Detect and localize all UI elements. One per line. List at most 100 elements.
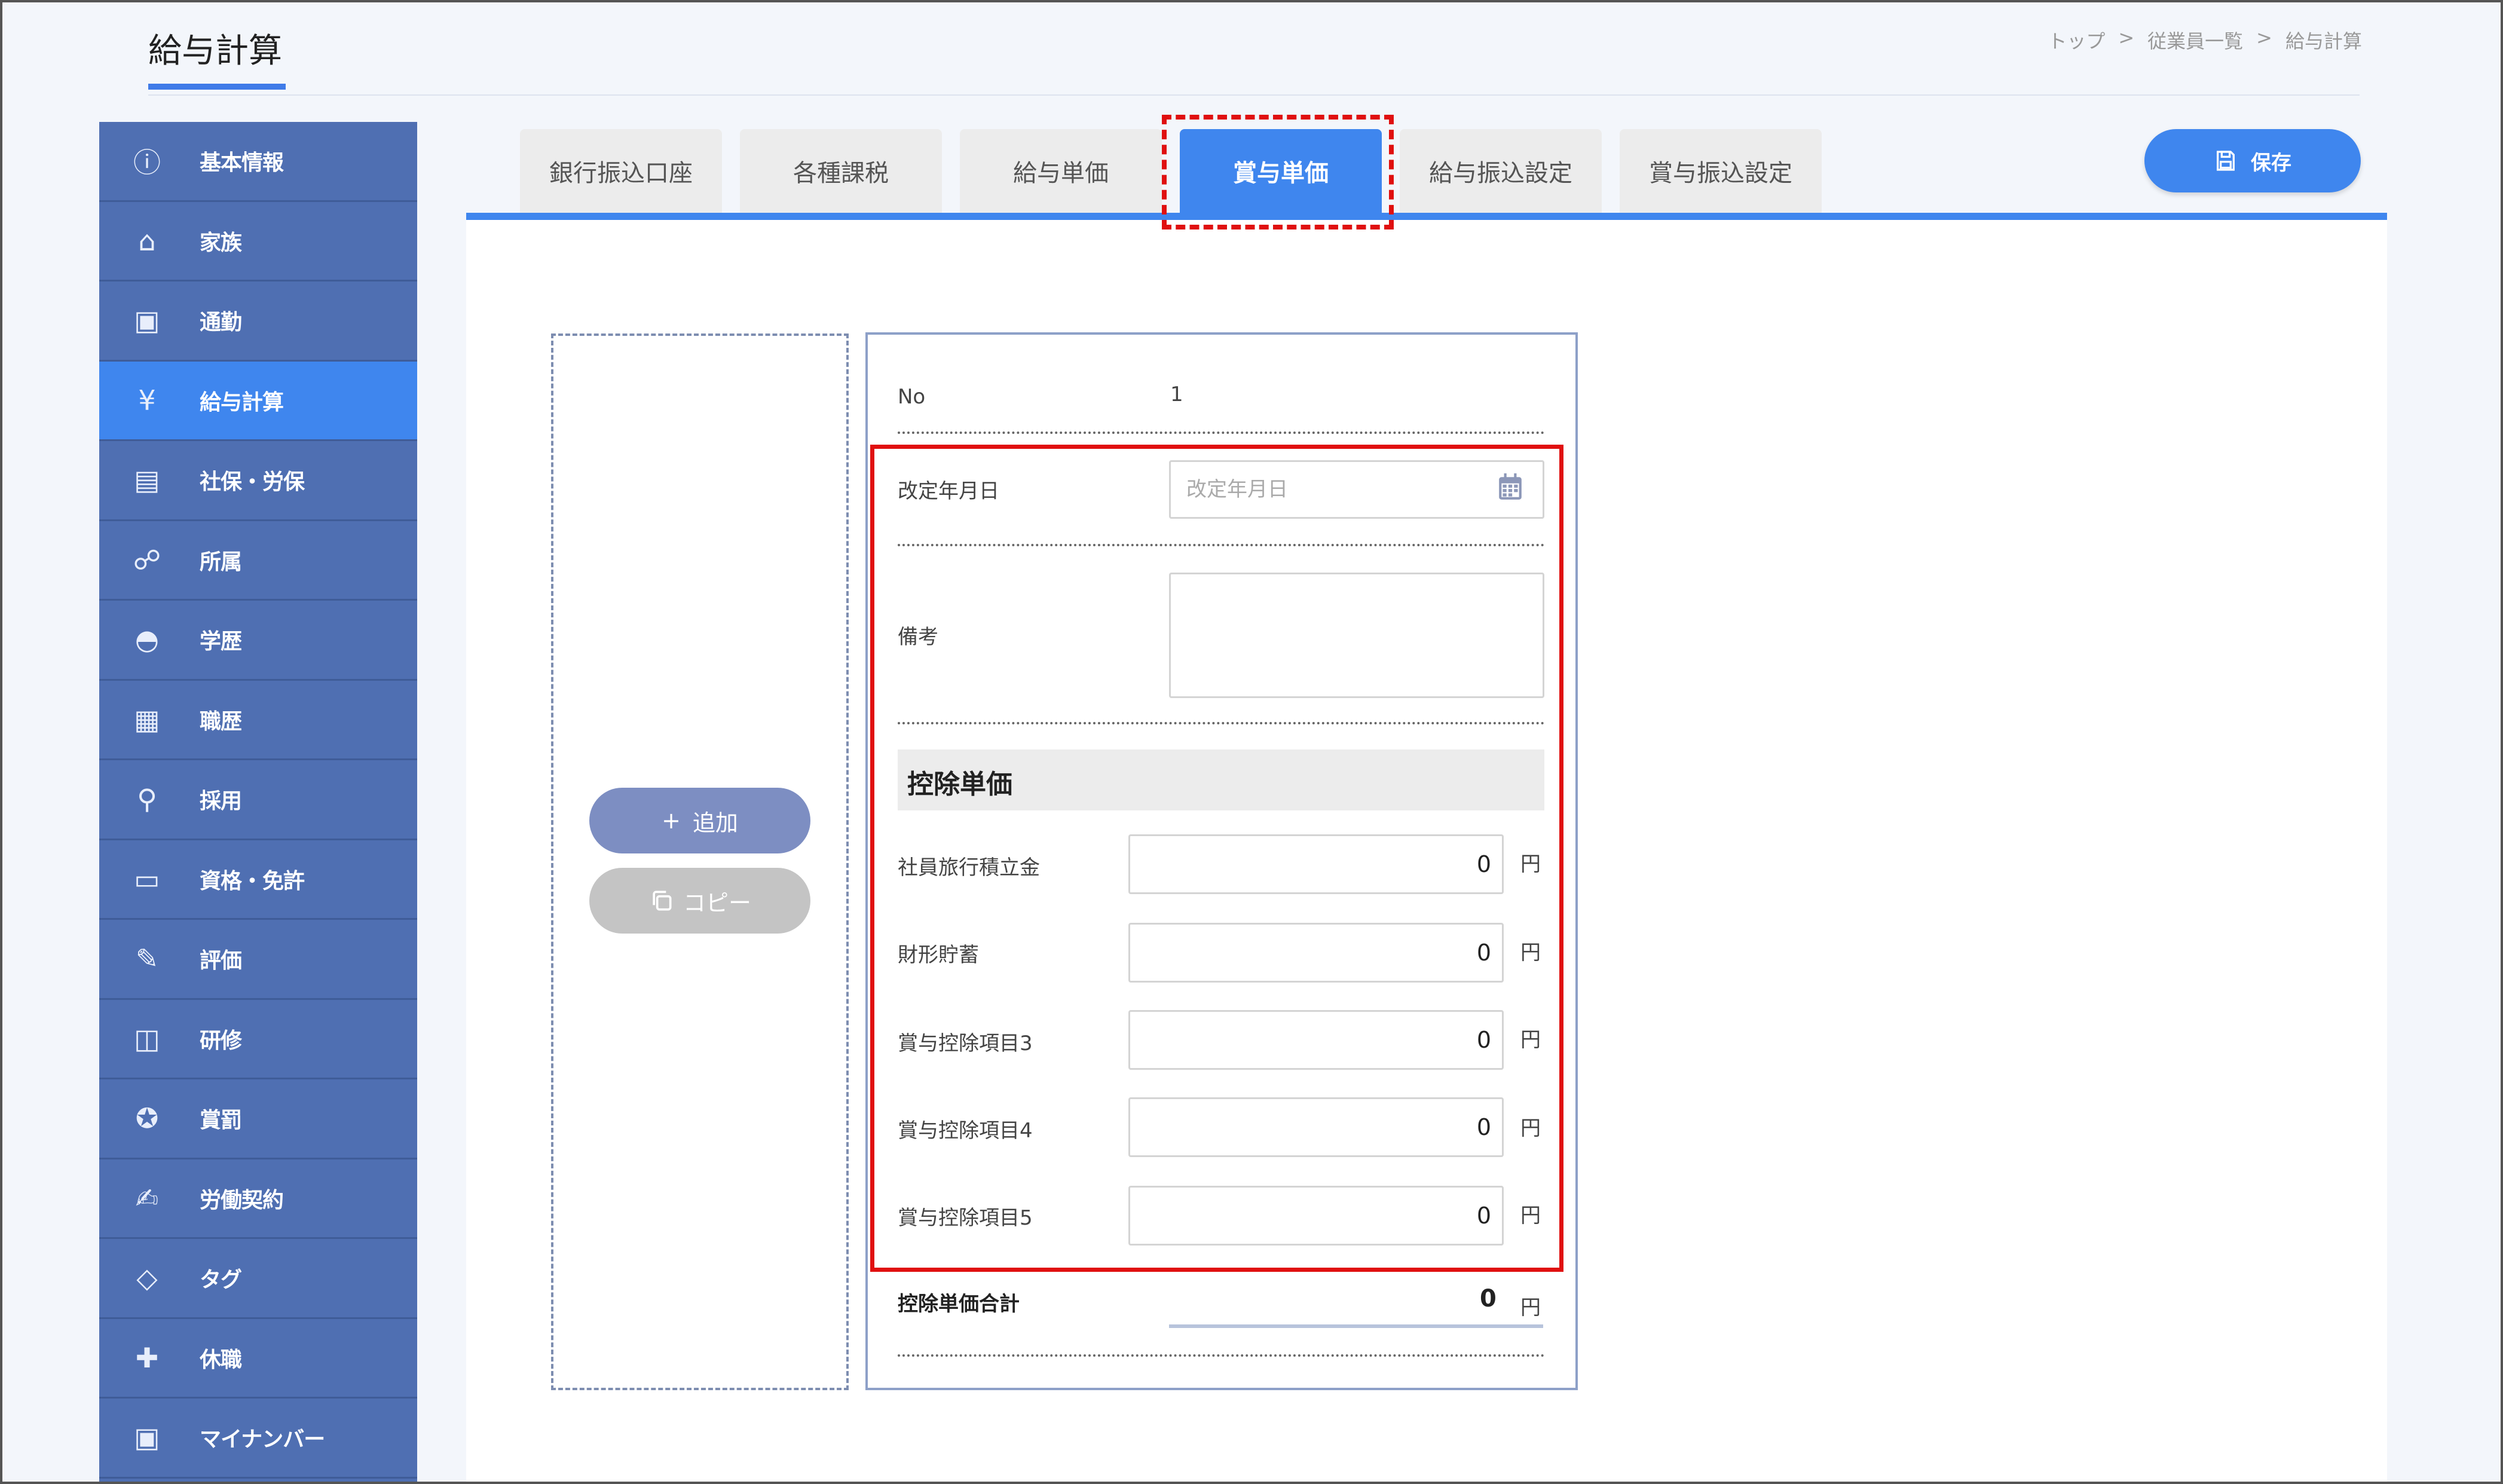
- deduction-input-item-5[interactable]: [1128, 1186, 1504, 1246]
- header-divider: [148, 94, 2360, 96]
- sidebar-item-work-history[interactable]: ▦ 職歴: [99, 681, 417, 760]
- deduction-label: 財形貯蓄: [898, 943, 979, 967]
- record-list-panel: [551, 333, 849, 1390]
- sidebar-item-label: 職歴: [200, 709, 242, 734]
- sidebar-item-label: 家族: [200, 230, 242, 255]
- sidebar-item-label: 給与計算: [200, 390, 284, 415]
- sidebar-item-label: 基本情報: [200, 151, 284, 176]
- no-value: 1: [1170, 383, 1183, 406]
- remarks-textarea[interactable]: [1169, 573, 1544, 698]
- add-button[interactable]: + 追加: [589, 788, 810, 853]
- sidebar-item-leave[interactable]: ✚ 休職: [99, 1319, 417, 1399]
- deduction-label: 賞与控除項目5: [898, 1206, 1033, 1230]
- sidebar-item-label: 評価: [200, 948, 242, 974]
- deduction-total-label: 控除単価合計: [898, 1292, 1020, 1316]
- add-button-label: 追加: [692, 809, 738, 836]
- divider: [898, 432, 1544, 434]
- page-title: 給与計算: [148, 32, 282, 71]
- copy-button-label: コピー: [683, 889, 751, 916]
- yen-unit: 円: [1520, 1296, 1541, 1320]
- sidebar-item-my-number[interactable]: ▣ マイナンバー: [99, 1399, 417, 1479]
- yen-unit: 円: [1520, 852, 1541, 876]
- breadcrumb-separator: >: [2118, 26, 2135, 49]
- copy-button[interactable]: コピー: [589, 868, 810, 934]
- sidebar-item-basic-info[interactable]: ⓘ 基本情報: [99, 122, 417, 202]
- deduction-input-item-3[interactable]: [1128, 1010, 1504, 1070]
- deduction-input-item-4[interactable]: [1128, 1097, 1504, 1157]
- yen-unit: 円: [1520, 941, 1541, 965]
- sidebar-item-label: 通勤: [200, 310, 242, 335]
- revision-date-input[interactable]: [1169, 460, 1544, 519]
- license-card-icon: ▭: [134, 862, 160, 895]
- sidebar-item-tags[interactable]: ◇ タグ: [99, 1239, 417, 1319]
- save-button-label: 保存: [2251, 151, 2291, 175]
- no-label: No: [898, 385, 926, 409]
- recruit-search-icon: ⚲: [137, 783, 157, 816]
- tag-icon: ◇: [136, 1262, 158, 1295]
- sidebar-item-label: 資格・免許: [200, 868, 305, 894]
- sidebar-item-label: 社保・労保: [200, 470, 305, 495]
- sidebar-item-awards[interactable]: ✪ 賞罰: [99, 1079, 417, 1159]
- sidebar-item-label: タグ: [200, 1268, 242, 1293]
- yen-unit: 円: [1520, 1028, 1541, 1052]
- sidebar-item-label: 研修: [200, 1028, 242, 1053]
- sidebar-item-label: 休職: [200, 1347, 242, 1372]
- yen-icon: ¥: [138, 384, 156, 417]
- sidebar-item-insurance[interactable]: ▤ 社保・労保: [99, 441, 417, 521]
- tab-salary-rate[interactable]: 給与単価: [960, 129, 1162, 213]
- training-board-icon: ◫: [134, 1022, 160, 1055]
- sidebar-item-family[interactable]: ⌂ 家族: [99, 202, 417, 281]
- medical-cross-icon: ✚: [135, 1341, 159, 1374]
- divider: [898, 1354, 1544, 1357]
- yen-unit: 円: [1520, 1204, 1541, 1228]
- breadcrumb: トップ > 従業員一覧 > 給与計算: [2048, 26, 2362, 54]
- sidebar-item-recruitment[interactable]: ⚲ 採用: [99, 760, 417, 840]
- total-underline: [1169, 1324, 1543, 1328]
- floppy-disk-icon: [2217, 151, 2235, 171]
- divider: [898, 722, 1544, 724]
- contract-pen-icon: ✍: [135, 1182, 159, 1214]
- award-medal-icon: ✪: [135, 1102, 159, 1135]
- remarks-label: 備考: [898, 625, 938, 649]
- deduction-input-travel-fund[interactable]: [1128, 834, 1504, 894]
- train-icon: ▣: [134, 304, 160, 337]
- sidebar-item-label: 所属: [200, 549, 242, 574]
- copy-icon: [653, 891, 672, 911]
- id-card-icon: ▣: [134, 1421, 160, 1454]
- sidebar-item-education[interactable]: ◓ 学歴: [99, 601, 417, 681]
- tab-bonus-transfer[interactable]: 賞与振込設定: [1620, 129, 1822, 213]
- breadcrumb-employee-list[interactable]: 従業員一覧: [2147, 26, 2243, 54]
- sidebar-item-label: 採用: [200, 789, 242, 814]
- sidebar-item-payroll[interactable]: ¥ 給与計算: [99, 361, 417, 441]
- tab-taxation[interactable]: 各種課税: [740, 129, 942, 213]
- tab-bar: 銀行振込口座 各種課税 給与単価 賞与単価 給与振込設定 賞与振込設定: [520, 129, 1822, 213]
- deduction-label: 社員旅行積立金: [898, 856, 1040, 880]
- breadcrumb-current: 給与計算: [2285, 30, 2362, 53]
- sidebar-item-commute[interactable]: ▣ 通勤: [99, 281, 417, 362]
- tab-bank-account[interactable]: 銀行振込口座: [520, 129, 722, 213]
- sidebar-item-license[interactable]: ▭ 資格・免許: [99, 840, 417, 920]
- sidebar-item-evaluation[interactable]: ✎ 評価: [99, 920, 417, 1000]
- plus-icon: +: [662, 807, 681, 834]
- calendar-icon[interactable]: [1498, 473, 1523, 501]
- tab-bonus-rate[interactable]: 賞与単価: [1180, 129, 1382, 213]
- breadcrumb-separator: >: [2256, 26, 2272, 49]
- title-underline: [148, 84, 286, 90]
- insurance-doc-icon: ▤: [134, 464, 160, 497]
- sidebar-item-label: 賞罰: [200, 1108, 242, 1133]
- tab-salary-transfer[interactable]: 給与振込設定: [1400, 129, 1602, 213]
- work-history-icon: ▦: [134, 703, 160, 736]
- sidebar-item-training[interactable]: ◫ 研修: [99, 1000, 417, 1079]
- family-home-icon: ⌂: [138, 224, 156, 257]
- deduction-input-asset-savings[interactable]: [1128, 923, 1504, 983]
- breadcrumb-top[interactable]: トップ: [2048, 26, 2105, 54]
- sidebar-item-label: マイナンバー: [200, 1427, 325, 1452]
- sidebar: ⓘ 基本情報 ⌂ 家族 ▣ 通勤 ¥ 給与計算 ▤ 社保・労保 ☍ 所属 ◓ 学歴 ▦ 職歴 ⚲…: [99, 122, 417, 1484]
- revision-date-label: 改定年月日: [898, 479, 999, 503]
- save-button[interactable]: 保存: [2144, 129, 2361, 192]
- sidebar-item-department[interactable]: ☍ 所属: [99, 521, 417, 601]
- org-chart-icon: ☍: [133, 543, 161, 576]
- graduation-cap-icon: ◓: [134, 623, 160, 656]
- deduction-section-title: 控除単価: [907, 769, 1012, 800]
- sidebar-item-labor-contract[interactable]: ✍ 労働契約: [99, 1159, 417, 1239]
